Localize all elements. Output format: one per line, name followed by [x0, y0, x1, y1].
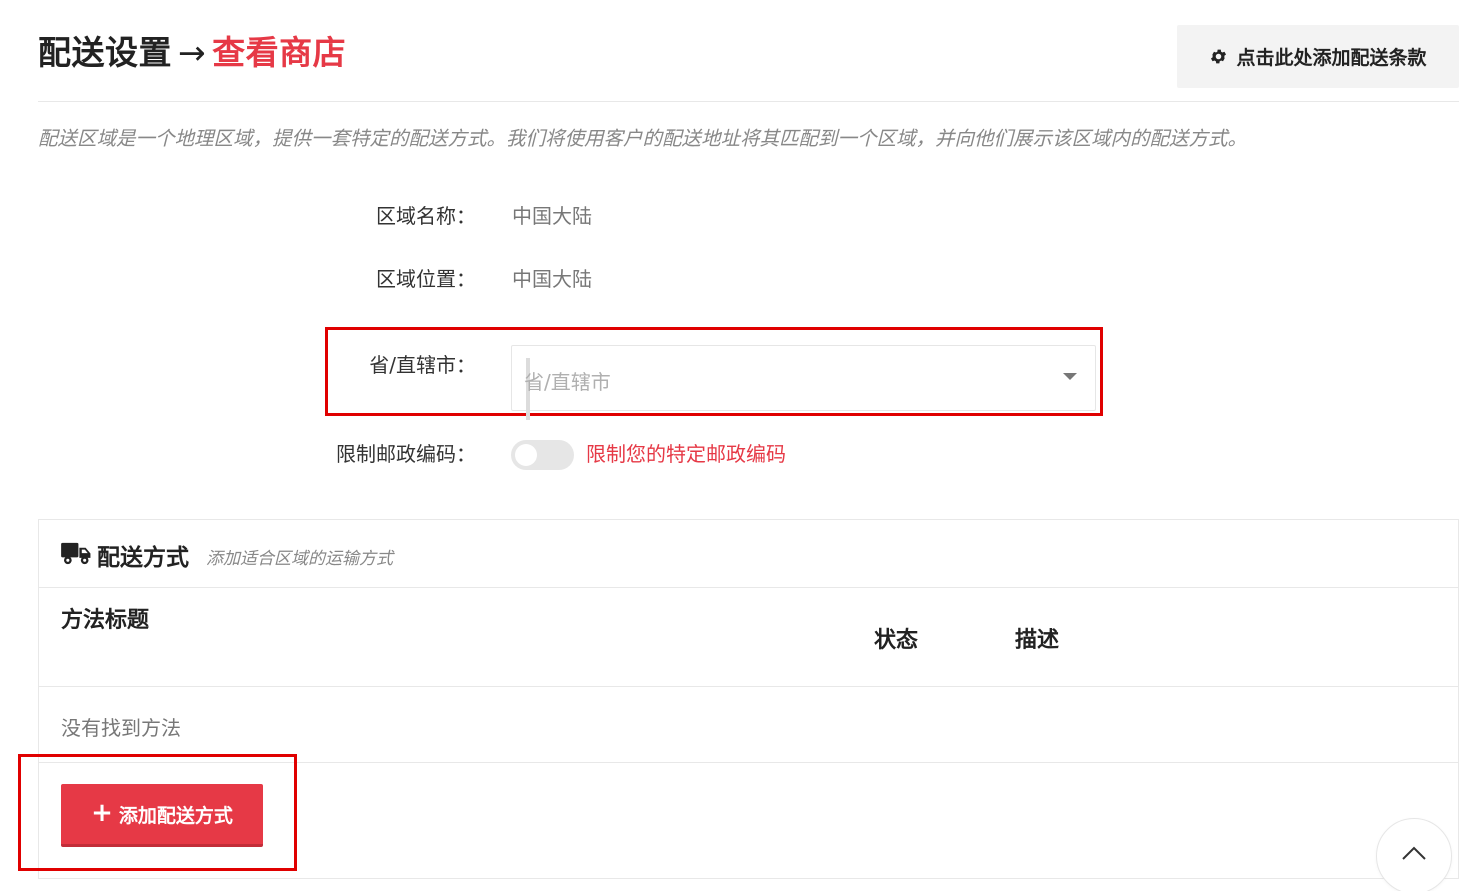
- gear-icon: [1211, 49, 1227, 64]
- shipping-methods-title: 配送方式: [97, 545, 189, 571]
- chevron-up-icon: [1402, 846, 1426, 860]
- intro-text: 配送区域是一个地理区域，提供一套特定的配送方式。我们将使用客户的配送地址将其匹配…: [38, 127, 1248, 150]
- province-label: 省/直辖市：: [369, 353, 476, 377]
- chevron-down-icon: [1063, 373, 1077, 380]
- column-status: 状态: [874, 628, 919, 653]
- empty-state-text: 没有找到方法: [61, 716, 181, 740]
- panel-header: 配送方式 添加适合区域的运输方式: [39, 520, 1458, 588]
- add-shipping-method-label: 添加配送方式: [118, 804, 233, 827]
- province-select[interactable]: 省/直辖市: [511, 345, 1096, 420]
- plus-icon: +: [91, 797, 113, 828]
- zone-location-value: 中国大陆: [512, 267, 592, 291]
- toggle-knob: [515, 444, 537, 466]
- add-shipping-terms-label: 点击此处添加配送条款: [1236, 47, 1427, 69]
- view-store-link[interactable]: 查看商店: [212, 33, 346, 72]
- page-title: 配送设置 → 查看商店: [38, 26, 346, 74]
- postcode-toggle[interactable]: [511, 440, 574, 470]
- header-divider: [38, 101, 1459, 102]
- table-header-divider: [39, 686, 1458, 687]
- page-title-text: 配送设置: [38, 33, 172, 72]
- truck-icon: [61, 542, 91, 565]
- column-description: 描述: [1015, 628, 1060, 653]
- postcode-label: 限制邮政编码：: [336, 442, 476, 466]
- add-shipping-method-button[interactable]: + 添加配送方式: [61, 784, 263, 847]
- scroll-to-top-button[interactable]: [1376, 818, 1452, 891]
- zone-name-value: 中国大陆: [512, 204, 592, 228]
- shipping-settings-page: 配送设置 → 查看商店 点击此处添加配送条款 配送区域是一个地理区域，提供一套特定的…: [0, 0, 1474, 891]
- arrow-icon: →: [178, 33, 207, 72]
- postcode-toggle-text[interactable]: 限制您的特定邮政编码: [586, 438, 786, 467]
- add-shipping-terms-button[interactable]: 点击此处添加配送条款: [1177, 25, 1459, 88]
- column-method-title: 方法标题: [61, 608, 150, 633]
- zone-location-label: 区域位置：: [376, 267, 476, 291]
- zone-name-label: 区域名称：: [376, 204, 476, 228]
- shipping-methods-subtitle: 添加适合区域的运输方式: [206, 549, 393, 569]
- province-placeholder: 省/直辖市: [524, 370, 611, 394]
